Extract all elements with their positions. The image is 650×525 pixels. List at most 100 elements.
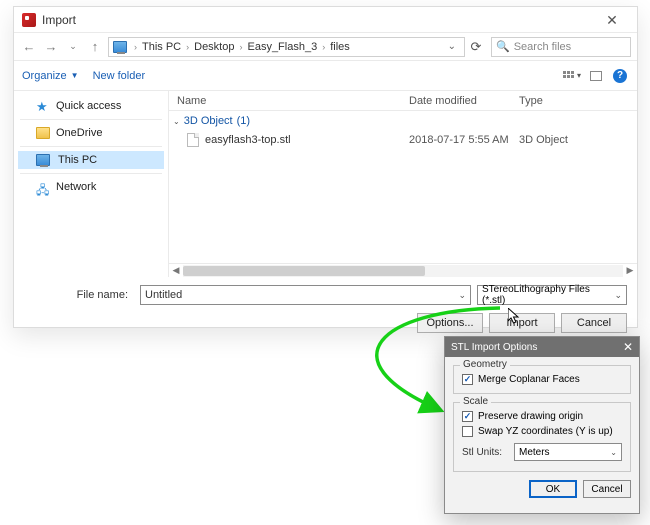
import-dialog: Import ✕ ← → ⌄ ↑ › This PC › Desktop › E… <box>13 6 638 328</box>
swap-yz-label: Swap YZ coordinates (Y is up) <box>478 426 613 437</box>
units-select[interactable]: Meters ⌄ <box>514 443 622 461</box>
tree-label: Network <box>56 181 96 193</box>
stl-options-dialog: STL Import Options ✕ Geometry Merge Copl… <box>444 336 640 514</box>
preview-pane-button[interactable] <box>587 67 605 85</box>
view-mode-button[interactable]: ▾ <box>563 71 581 81</box>
import-button[interactable]: Import <box>489 313 555 333</box>
toolbar: Organize ▼ New folder ▾ ? <box>14 61 637 91</box>
options-button[interactable]: Options... <box>417 313 483 333</box>
tree-item-quick-access[interactable]: ★ Quick access <box>18 97 164 115</box>
file-date: 2018-07-17 5:55 AM <box>409 134 519 146</box>
checkbox-icon <box>462 426 473 437</box>
scroll-right-icon[interactable]: ▶ <box>623 265 637 277</box>
scroll-track[interactable] <box>183 265 623 277</box>
col-date-header[interactable]: Date modified <box>409 95 519 107</box>
col-type-header[interactable]: Type <box>519 95 637 107</box>
group-count: (1) <box>237 115 250 127</box>
organize-label: Organize <box>22 70 67 82</box>
dialog-body: ★ Quick access OneDrive This PC 🖧 Networ… <box>14 91 637 277</box>
help-button[interactable]: ? <box>611 67 629 85</box>
units-label: Stl Units: <box>462 447 508 458</box>
preview-icon <box>590 71 602 81</box>
file-group-header[interactable]: ⌄ 3D Object (1) <box>169 111 637 131</box>
chevron-down-icon: ▾ <box>577 71 581 80</box>
search-input[interactable]: 🔍 Search files <box>491 37 631 57</box>
scroll-thumb[interactable] <box>183 266 425 276</box>
tree-item-onedrive[interactable]: OneDrive <box>18 124 164 142</box>
swap-yz-checkbox[interactable]: Swap YZ coordinates (Y is up) <box>462 424 622 439</box>
geometry-legend: Geometry <box>460 359 510 370</box>
chevron-right-icon: › <box>185 42 190 52</box>
breadcrumb-drop[interactable]: ⌄ <box>444 41 460 52</box>
breadcrumb-item[interactable]: This PC <box>142 41 181 53</box>
file-row[interactable]: easyflash3-top.stl 2018-07-17 5:55 AM 3D… <box>169 131 637 149</box>
file-name-row: File name: Untitled ⌄ STereoLithography … <box>14 277 637 309</box>
checkbox-icon <box>462 374 473 385</box>
stl-buttons: OK Cancel <box>445 476 639 504</box>
preserve-origin-label: Preserve drawing origin <box>478 411 583 422</box>
app-icon <box>22 13 36 27</box>
checkbox-icon <box>462 411 473 422</box>
file-name-value: Untitled <box>145 289 182 301</box>
file-type-value: STereoLithography Files (*.stl) <box>482 284 614 306</box>
file-name-input[interactable]: Untitled ⌄ <box>140 285 471 305</box>
nav-recent-drop[interactable]: ⌄ <box>64 41 82 52</box>
separator <box>20 173 162 174</box>
close-button[interactable]: ✕ <box>623 340 633 354</box>
nav-forward-button[interactable]: → <box>42 39 60 54</box>
cancel-button[interactable]: Cancel <box>561 313 627 333</box>
help-icon: ? <box>613 69 627 83</box>
network-icon: 🖧 <box>36 181 50 193</box>
scroll-left-icon[interactable]: ◀ <box>169 265 183 277</box>
pc-icon <box>113 41 127 53</box>
separator <box>20 119 162 120</box>
close-button[interactable]: ✕ <box>595 10 629 30</box>
tree-label: Quick access <box>56 100 121 112</box>
stl-title: STL Import Options <box>451 342 537 353</box>
search-icon: 🔍 <box>496 40 510 53</box>
column-headers: Name Date modified Type <box>169 91 637 111</box>
breadcrumb-item[interactable]: Easy_Flash_3 <box>247 41 317 53</box>
breadcrumb[interactable]: › This PC › Desktop › Easy_Flash_3 › fil… <box>108 37 465 57</box>
chevron-right-icon: › <box>133 42 138 52</box>
scale-group: Scale Preserve drawing origin Swap YZ co… <box>453 402 631 472</box>
cancel-button[interactable]: Cancel <box>583 480 631 498</box>
window-title: Import <box>42 13 595 27</box>
horizontal-scrollbar[interactable]: ◀ ▶ <box>169 263 637 277</box>
organize-menu[interactable]: Organize ▼ <box>22 70 79 82</box>
merge-coplanar-checkbox[interactable]: Merge Coplanar Faces <box>462 372 622 387</box>
geometry-group: Geometry Merge Coplanar Faces <box>453 365 631 394</box>
preserve-origin-checkbox[interactable]: Preserve drawing origin <box>462 409 622 424</box>
tree-item-network[interactable]: 🖧 Network <box>18 178 164 196</box>
chevron-right-icon: › <box>321 42 326 52</box>
new-folder-button[interactable]: New folder <box>93 70 146 82</box>
stl-titlebar: STL Import Options ✕ <box>445 337 639 357</box>
folder-icon <box>36 127 50 139</box>
titlebar: Import ✕ <box>14 7 637 33</box>
nav-tree: ★ Quick access OneDrive This PC 🖧 Networ… <box>14 91 169 277</box>
file-icon <box>187 133 199 147</box>
chevron-down-icon: ▼ <box>71 71 79 80</box>
tree-label: This PC <box>58 154 97 166</box>
file-name: easyflash3-top.stl <box>205 134 291 146</box>
chevron-down-icon: ⌄ <box>458 290 466 301</box>
nav-arrows: ← → ⌄ ↑ <box>20 39 104 54</box>
refresh-button[interactable]: ⟳ <box>465 39 487 55</box>
merge-coplanar-label: Merge Coplanar Faces <box>478 374 580 385</box>
search-placeholder: Search files <box>514 41 571 53</box>
units-row: Stl Units: Meters ⌄ <box>462 439 622 465</box>
col-name-header[interactable]: Name <box>169 95 409 107</box>
breadcrumb-item[interactable]: files <box>330 41 350 53</box>
chevron-right-icon: › <box>238 42 243 52</box>
nav-up-button[interactable]: ↑ <box>86 39 104 54</box>
breadcrumb-item[interactable]: Desktop <box>194 41 234 53</box>
nav-back-button[interactable]: ← <box>20 39 38 54</box>
grid-view-icon <box>563 71 575 81</box>
ok-button[interactable]: OK <box>529 480 577 498</box>
tree-item-this-pc[interactable]: This PC <box>18 151 164 169</box>
chevron-down-icon: ⌄ <box>610 448 617 457</box>
pc-icon <box>36 154 50 166</box>
nav-bar: ← → ⌄ ↑ › This PC › Desktop › Easy_Flash… <box>14 33 637 61</box>
file-type: 3D Object <box>519 134 637 146</box>
file-type-filter[interactable]: STereoLithography Files (*.stl) ⌄ <box>477 285 627 305</box>
